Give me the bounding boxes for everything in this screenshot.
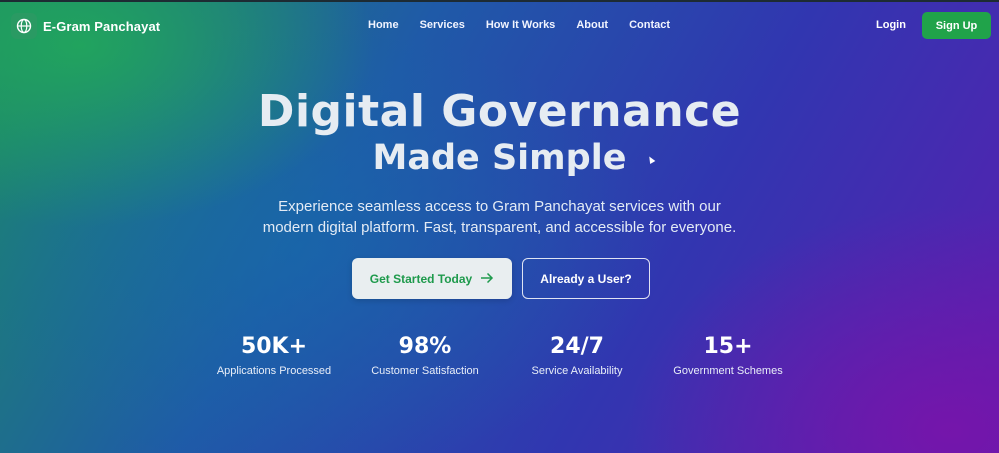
stat-label: Customer Satisfaction	[371, 365, 479, 377]
stat-label: Service Availability	[531, 365, 623, 377]
globe-icon	[11, 13, 37, 39]
top-navbar: E-Gram Panchayat Home Services How It Wo…	[0, 10, 999, 42]
nav-link-services[interactable]: Services	[420, 19, 465, 31]
stat-schemes: 15+ Government Schemes	[648, 334, 808, 377]
login-link[interactable]: Login	[876, 19, 906, 31]
brand-name: E-Gram Panchayat	[43, 18, 161, 34]
stat-satisfaction: 98% Customer Satisfaction	[345, 334, 505, 377]
stat-value: 24/7	[550, 334, 604, 359]
nav-link-how-it-works[interactable]: How It Works	[486, 19, 555, 31]
already-user-button[interactable]: Already a User?	[522, 258, 650, 299]
stat-availability: 24/7 Service Availability	[497, 334, 657, 377]
hero-subtitle-line2: modern digital platform. Fast, transpare…	[262, 219, 737, 236]
stat-label: Government Schemes	[673, 365, 783, 377]
nav-link-contact[interactable]: Contact	[629, 19, 670, 31]
hero-subtitle: Experience seamless access to Gram Panch…	[0, 196, 999, 238]
hero-title-line2: Made Simple	[372, 138, 627, 178]
arrow-right-icon	[480, 272, 494, 286]
nav-links: Home Services How It Works About Contact	[368, 19, 691, 31]
stat-label: Applications Processed	[216, 365, 332, 377]
nav-link-home[interactable]: Home	[368, 19, 399, 31]
window-top-border	[0, 0, 999, 2]
signup-button[interactable]: Sign Up	[922, 12, 991, 39]
stat-value: 15+	[703, 334, 753, 359]
get-started-button[interactable]: Get Started Today	[352, 258, 512, 299]
stat-value: 98%	[398, 334, 452, 359]
stat-applications: 50K+ Applications Processed	[194, 334, 354, 377]
nav-link-about[interactable]: About	[576, 19, 608, 31]
get-started-label: Get Started Today	[369, 271, 473, 286]
hero-subtitle-line1: Experience seamless access to Gram Panch…	[278, 198, 721, 215]
hero-title-line1: Digital Governance	[257, 86, 742, 137]
stat-value: 50K+	[240, 334, 308, 359]
brand-logo[interactable]: E-Gram Panchayat	[11, 13, 160, 39]
